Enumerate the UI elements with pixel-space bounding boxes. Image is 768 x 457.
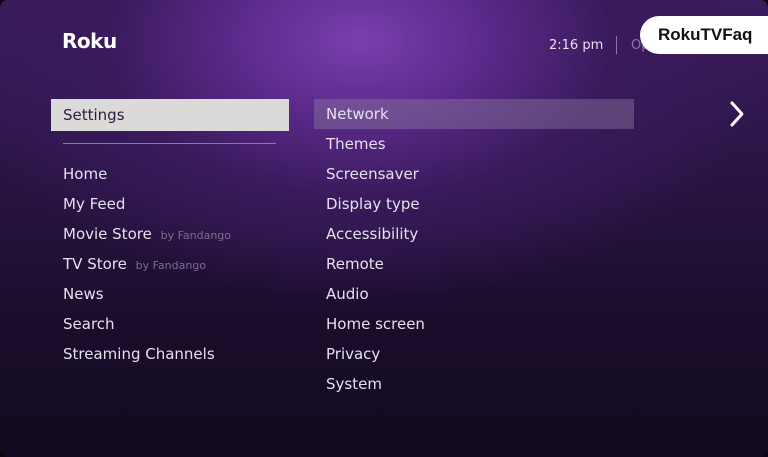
settings-item-network[interactable]: Network [314, 99, 634, 129]
menu-item-streaming-channels[interactable]: Streaming Channels [51, 339, 289, 369]
watermark-badge: RokuTVFaq [640, 16, 768, 54]
menu-item-search[interactable]: Search [51, 309, 289, 339]
menu-item-label: Streaming Channels [63, 345, 215, 363]
menu-item-label: Home [63, 165, 108, 183]
menu-item-news[interactable]: News [51, 279, 289, 309]
settings-item-accessibility[interactable]: Accessibility [314, 219, 634, 249]
settings-item-themes[interactable]: Themes [314, 129, 634, 159]
settings-submenu: Network Themes Screensaver Display type … [314, 99, 634, 399]
provider-label: by Fandango [135, 259, 207, 272]
settings-list: Network Themes Screensaver Display type … [314, 99, 634, 399]
menu-item-my-feed[interactable]: My Feed [51, 189, 289, 219]
main-menu-list: Home My Feed Movie Store by Fandango TV … [51, 159, 289, 369]
settings-item-home-screen[interactable]: Home screen [314, 309, 634, 339]
menu-divider [63, 143, 276, 144]
menu-item-label: My Feed [63, 195, 126, 213]
settings-item-system[interactable]: System [314, 369, 634, 399]
menu-item-home[interactable]: Home [51, 159, 289, 189]
menu-item-tv-store[interactable]: TV Store by Fandango [51, 249, 289, 279]
chevron-right-icon[interactable] [727, 100, 747, 128]
settings-item-audio[interactable]: Audio [314, 279, 634, 309]
menu-item-movie-store[interactable]: Movie Store by Fandango [51, 219, 289, 249]
main-menu: Settings Home My Feed Movie Store by Fan… [51, 99, 289, 369]
roku-logo: Roku [62, 29, 117, 53]
menu-item-settings[interactable]: Settings [51, 99, 289, 131]
menu-item-label: Search [63, 315, 115, 333]
settings-item-privacy[interactable]: Privacy [314, 339, 634, 369]
menu-item-label: TV Store [63, 255, 127, 273]
roku-settings-screen: Roku 2:16 pm Op RokuTVFaq Settings Home … [0, 0, 768, 457]
clock: 2:16 pm [549, 38, 604, 53]
settings-item-screensaver[interactable]: Screensaver [314, 159, 634, 189]
menu-item-label: Movie Store [63, 225, 152, 243]
settings-item-remote[interactable]: Remote [314, 249, 634, 279]
menu-item-label: News [63, 285, 104, 303]
header-divider [616, 36, 617, 54]
settings-item-display-type[interactable]: Display type [314, 189, 634, 219]
provider-label: by Fandango [160, 229, 232, 242]
